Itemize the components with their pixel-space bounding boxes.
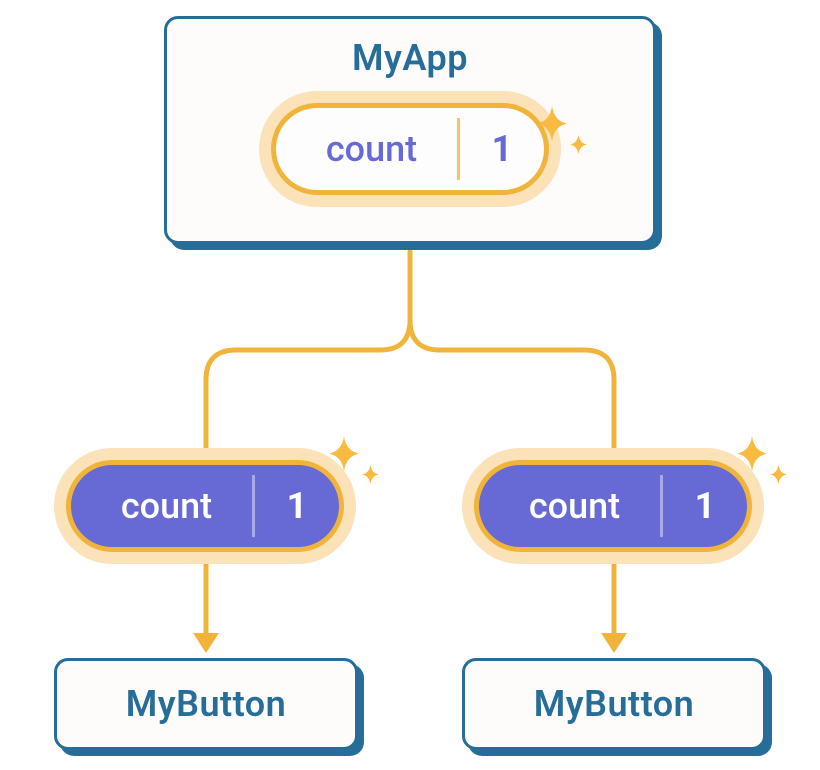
prop-pill-left: count 1 bbox=[66, 460, 344, 552]
state-pill-value: 1 bbox=[460, 128, 544, 170]
prop-pill-label: count bbox=[71, 485, 252, 527]
state-pill-label: count bbox=[276, 128, 457, 170]
child-component-title: MyButton bbox=[534, 683, 695, 725]
child-component-title: MyButton bbox=[126, 683, 287, 725]
prop-pill-label: count bbox=[479, 485, 660, 527]
state-pill-parent: count 1 bbox=[271, 103, 549, 195]
prop-pill-value: 1 bbox=[663, 485, 747, 527]
child-component-card-left: MyButton bbox=[54, 658, 358, 750]
prop-pill-right: count 1 bbox=[474, 460, 752, 552]
child-component-card-right: MyButton bbox=[462, 658, 766, 750]
parent-component-title: MyApp bbox=[352, 37, 468, 79]
prop-pill-value: 1 bbox=[255, 485, 339, 527]
parent-component-card: MyApp count 1 bbox=[164, 16, 656, 244]
